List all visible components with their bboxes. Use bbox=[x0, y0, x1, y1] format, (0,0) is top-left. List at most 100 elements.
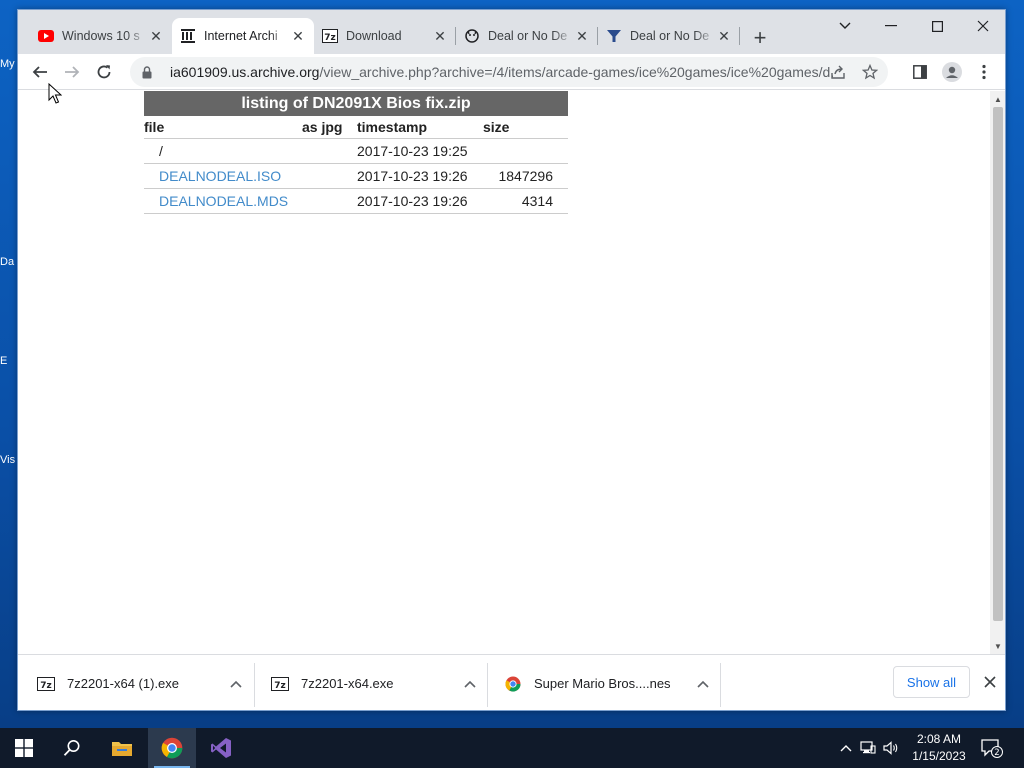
cell-file: DEALNODEAL.MDS bbox=[144, 188, 302, 214]
close-icon[interactable]: ✕ bbox=[432, 28, 448, 45]
chrome-taskbar-button[interactable] bbox=[148, 728, 196, 768]
download-filename: 7z2201-x64 (1).exe bbox=[67, 676, 180, 691]
close-icon[interactable]: ✕ bbox=[716, 28, 732, 45]
chrome-icon bbox=[161, 737, 183, 759]
cell-jpg bbox=[302, 188, 357, 214]
notification-center-button[interactable]: 2 bbox=[980, 736, 1004, 760]
url-host: ia601909.us.archive.org bbox=[170, 64, 320, 80]
side-panel-icon bbox=[913, 65, 927, 79]
close-download-shelf-button[interactable] bbox=[978, 670, 1002, 694]
notification-count: 2 bbox=[994, 748, 999, 758]
share-button[interactable] bbox=[824, 58, 852, 86]
file-link[interactable]: DEALNODEAL.MDS bbox=[159, 193, 288, 209]
visual-studio-button[interactable] bbox=[197, 728, 245, 768]
github-cat-icon bbox=[464, 28, 480, 44]
url-text[interactable]: ia601909.us.archive.org/view_archive.php… bbox=[170, 64, 835, 80]
chevron-up-icon[interactable] bbox=[455, 677, 485, 691]
download-item[interactable]: 7z 7z2201-x64 (1).exe bbox=[18, 655, 251, 710]
archive-icon bbox=[180, 28, 196, 44]
file-explorer-button[interactable] bbox=[98, 728, 146, 768]
system-tray bbox=[836, 728, 902, 768]
chevron-up-icon[interactable] bbox=[221, 677, 251, 691]
file-link[interactable]: DEALNODEAL.ISO bbox=[159, 168, 281, 184]
scroll-up-arrow-icon[interactable]: ▲ bbox=[990, 92, 1005, 106]
browser-toolbar: ia601909.us.archive.org/view_archive.php… bbox=[18, 54, 1005, 90]
clock-date: 1/15/2023 bbox=[912, 749, 966, 763]
page-scrollbar[interactable]: ▲ ▼ bbox=[990, 91, 1005, 654]
svg-text:7z: 7z bbox=[40, 681, 52, 691]
tab-deal-or-no-deal-2[interactable]: Deal or No De ✕ bbox=[598, 18, 740, 54]
table-row: DEALNODEAL.ISO 2017-10-23 19:26 1847296 bbox=[144, 163, 568, 189]
download-item[interactable]: 7z 7z2201-x64.exe bbox=[252, 655, 485, 710]
volume-icon[interactable] bbox=[880, 741, 902, 755]
cell-jpg bbox=[302, 163, 357, 189]
table-row: / 2017-10-23 19:25 bbox=[144, 138, 568, 164]
side-panel-button[interactable] bbox=[906, 58, 934, 86]
chevron-up-icon[interactable] bbox=[688, 677, 718, 691]
tab-download[interactable]: 7z Download ✕ bbox=[314, 18, 456, 54]
cell-timestamp: 2017-10-23 19:26 bbox=[357, 163, 483, 189]
tab-title: Internet Archi bbox=[204, 29, 278, 43]
download-filename: Super Mario Bros....nes bbox=[534, 676, 671, 691]
star-icon bbox=[862, 64, 878, 80]
desktop-icon-label[interactable]: E bbox=[0, 355, 18, 367]
new-tab-button[interactable]: + bbox=[746, 24, 774, 52]
file-name: / bbox=[159, 142, 163, 159]
tab-title: Deal or No De bbox=[488, 29, 568, 43]
taskbar-clock[interactable]: 2:08 AM 1/15/2023 bbox=[906, 731, 972, 765]
back-button[interactable] bbox=[26, 58, 54, 86]
cell-file: / bbox=[144, 138, 302, 164]
tab-internet-archive[interactable]: Internet Archi ✕ bbox=[172, 18, 314, 54]
tab-deal-or-no-deal-1[interactable]: Deal or No De ✕ bbox=[456, 18, 598, 54]
minimize-icon bbox=[885, 25, 897, 27]
close-icon[interactable]: ✕ bbox=[290, 28, 306, 45]
search-button[interactable] bbox=[48, 728, 96, 768]
show-all-button[interactable]: Show all bbox=[893, 666, 970, 698]
chrome-icon bbox=[504, 676, 522, 692]
forward-button[interactable] bbox=[58, 58, 86, 86]
desktop-icon-label[interactable]: My bbox=[0, 58, 18, 70]
mouse-cursor-icon bbox=[48, 83, 62, 104]
close-icon[interactable]: ✕ bbox=[148, 28, 164, 45]
tab-separator bbox=[739, 27, 740, 45]
chevron-up-icon[interactable] bbox=[836, 744, 856, 752]
close-window-button[interactable] bbox=[960, 10, 1005, 42]
address-bar[interactable]: ia601909.us.archive.org/view_archive.php… bbox=[130, 57, 888, 87]
start-button[interactable] bbox=[0, 728, 48, 768]
header-size: size bbox=[483, 116, 568, 139]
kebab-menu-icon bbox=[982, 64, 986, 80]
svg-text:7z: 7z bbox=[274, 681, 286, 691]
table-header-row: file as jpg timestamp size bbox=[144, 116, 568, 139]
avatar-icon bbox=[942, 62, 962, 82]
arrow-left-icon bbox=[32, 66, 47, 78]
visual-studio-icon bbox=[211, 738, 231, 758]
lock-icon[interactable] bbox=[142, 65, 156, 79]
notification-icon: 2 bbox=[981, 739, 1003, 758]
minimize-button[interactable] bbox=[868, 10, 914, 42]
desktop-icon-label[interactable]: Da bbox=[0, 256, 18, 268]
download-item[interactable]: Super Mario Bros....nes bbox=[485, 655, 718, 710]
bookmark-button[interactable] bbox=[856, 58, 884, 86]
cell-size: 1847296 bbox=[483, 163, 568, 189]
close-icon[interactable]: ✕ bbox=[574, 28, 590, 45]
filter-logo-icon bbox=[606, 28, 622, 44]
profile-button[interactable] bbox=[938, 58, 966, 86]
reload-button[interactable] bbox=[90, 58, 118, 86]
clock-time: 2:08 AM bbox=[916, 732, 962, 746]
youtube-icon bbox=[38, 28, 54, 44]
maximize-button[interactable] bbox=[914, 10, 960, 42]
header-file: file bbox=[144, 116, 302, 139]
network-icon[interactable] bbox=[856, 741, 880, 755]
cell-file: DEALNODEAL.ISO bbox=[144, 163, 302, 189]
tab-windows10[interactable]: Windows 10 s ✕ bbox=[30, 18, 172, 54]
scrollbar-thumb[interactable] bbox=[993, 107, 1003, 621]
desktop-icon-label[interactable]: Vis bbox=[0, 454, 18, 466]
menu-button[interactable] bbox=[970, 58, 998, 86]
browser-window: Windows 10 s ✕ Internet Archi ✕ 7z Downl… bbox=[17, 9, 1006, 711]
svg-text:7z: 7z bbox=[324, 33, 336, 43]
tab-search-button[interactable] bbox=[822, 10, 868, 42]
taskbar: 2:08 AM 1/15/2023 2 bbox=[0, 728, 1024, 768]
7zip-icon: 7z bbox=[322, 28, 338, 44]
scroll-down-arrow-icon[interactable]: ▼ bbox=[990, 639, 1005, 653]
tab-title: Windows 10 s bbox=[62, 29, 140, 43]
